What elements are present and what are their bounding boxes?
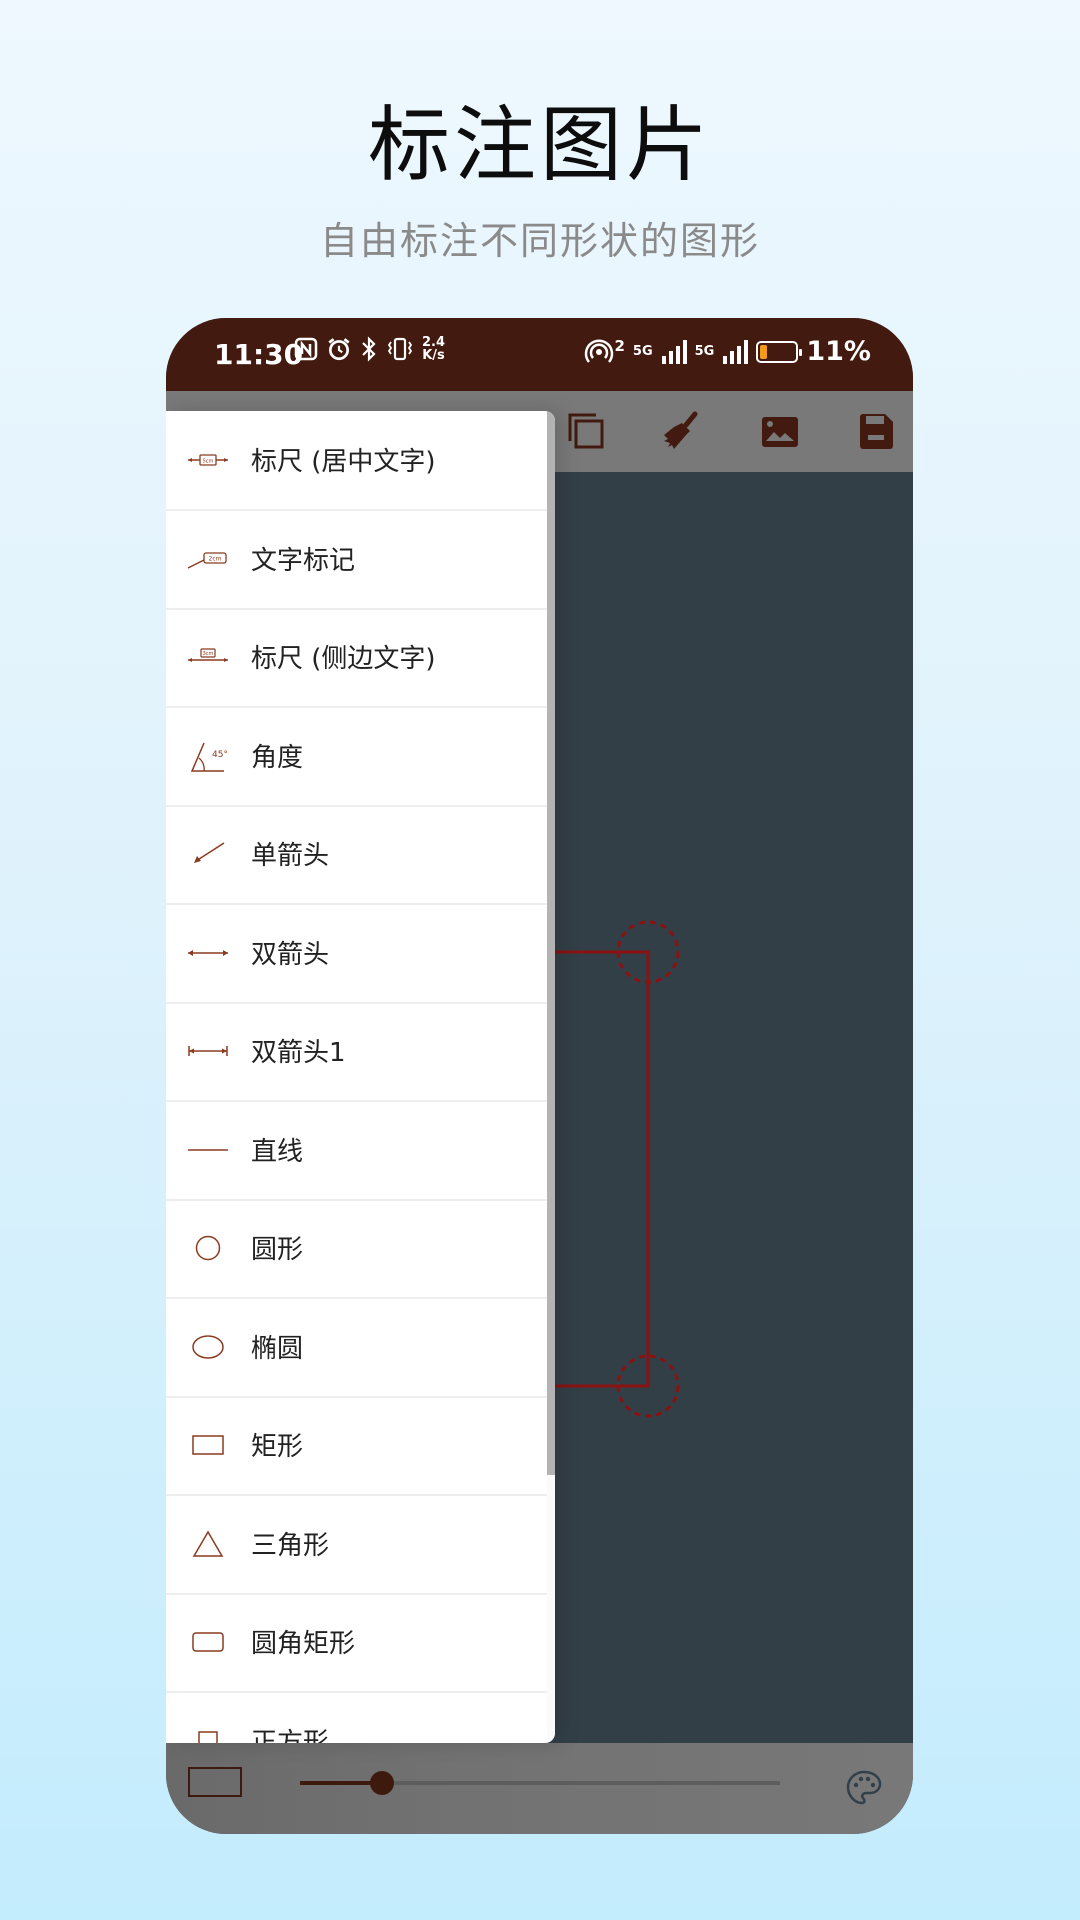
signal-sim1-icon <box>661 339 687 364</box>
menu-item-circle[interactable]: 圆形 <box>166 1199 547 1299</box>
net-speed: 2.4 K/s <box>422 335 446 363</box>
save-icon[interactable] <box>856 411 896 451</box>
menu-item-label: 矩形 <box>251 1432 304 1462</box>
bluetooth-icon <box>362 336 376 362</box>
menu-item-triangle[interactable]: 三角形 <box>166 1495 547 1595</box>
menu-item-label: 椭圆 <box>251 1333 304 1364</box>
menu-item-label: 单箭头 <box>251 841 330 871</box>
stroke-width-slider[interactable] <box>300 1771 780 1795</box>
menu-item-rectangle[interactable]: 矩形 <box>166 1396 547 1496</box>
copy-icon[interactable] <box>566 411 606 451</box>
menu-item-angle[interactable]: 45° 角度 <box>166 707 547 807</box>
square-icon <box>186 1726 230 1743</box>
menu-item-label: 双箭头1 <box>251 1038 346 1068</box>
svg-text:3cm: 3cm <box>203 651 214 657</box>
menu-item-rounded-rectangle[interactable]: 圆角矩形 <box>166 1593 547 1693</box>
battery-level <box>760 344 768 359</box>
single-arrow-icon <box>186 839 230 869</box>
triangle-icon <box>186 1529 230 1559</box>
status-bar: 11:30 2.4 K/s 2 5G 5G 11% <box>166 318 913 391</box>
battery-icon <box>756 340 803 363</box>
hotspot-icon <box>585 338 614 363</box>
text-marker-icon: 2cm <box>186 544 230 574</box>
ruler-side-text-icon: 3cm <box>186 642 230 672</box>
sim2-label: 5G <box>694 344 715 359</box>
clean-brush-icon[interactable] <box>660 411 700 451</box>
menu-item-label: 圆形 <box>251 1235 304 1265</box>
shape-menu: 5cm 标尺 (居中文字) 2cm 文字标记 3cm 标尺 (侧边文字) 45° 角度单箭头双… <box>166 411 555 1743</box>
menu-item-double-arrow-bar[interactable]: 双箭头1 <box>166 1002 547 1102</box>
menu-scrollbar[interactable] <box>547 411 555 1475</box>
alarm-icon <box>328 338 350 361</box>
svg-text:5cm: 5cm <box>203 459 214 465</box>
double-arrow-bar-icon <box>186 1036 230 1066</box>
menu-item-single-arrow[interactable]: 单箭头 <box>166 805 547 905</box>
line-icon <box>186 1135 230 1165</box>
svg-text:45°: 45° <box>212 750 228 760</box>
menu-item-ruler-center-text[interactable]: 5cm 标尺 (居中文字) <box>166 411 547 511</box>
ruler-center-text-icon: 5cm <box>186 445 230 475</box>
annotation-bracket[interactable] <box>546 950 650 1388</box>
status-time: 11:30 <box>214 338 304 371</box>
slider-thumb[interactable] <box>369 1771 394 1795</box>
menu-item-label: 三角形 <box>251 1530 330 1561</box>
angle-icon: 45° <box>186 741 230 772</box>
vibrate-icon <box>387 337 413 361</box>
menu-item-label: 标尺 (侧边文字) <box>251 644 436 674</box>
battery-percent: 11% <box>806 336 871 367</box>
menu-item-label: 直线 <box>251 1136 304 1167</box>
circle-icon <box>186 1233 230 1263</box>
hero-subtitle: 自由标注不同形状的图形 <box>319 219 760 263</box>
rectangle-icon <box>186 1430 230 1460</box>
sim1-label: 5G <box>632 344 653 359</box>
bottom-toolbar <box>166 1743 913 1834</box>
menu-item-label: 文字标记 <box>251 545 356 576</box>
current-shape-preview[interactable] <box>188 1767 242 1797</box>
nfc-icon <box>294 337 318 361</box>
hotspot-count: 2 <box>614 336 625 355</box>
menu-item-line[interactable]: 直线 <box>166 1101 547 1201</box>
menu-item-label: 角度 <box>251 742 304 773</box>
double-arrow-icon <box>186 938 230 968</box>
menu-item-label: 标尺 (居中文字) <box>251 447 436 477</box>
palette-icon[interactable] <box>845 1769 883 1807</box>
menu-item-text-marker[interactable]: 2cm 文字标记 <box>166 510 547 610</box>
svg-text:2cm: 2cm <box>209 555 222 562</box>
image-icon[interactable] <box>760 411 800 451</box>
menu-item-square[interactable]: 正方形 <box>166 1692 547 1744</box>
phone-frame: 11:30 2.4 K/s 2 5G 5G 11% 5cm 标尺 (居中文字) … <box>166 318 913 1834</box>
menu-item-double-arrow[interactable]: 双箭头 <box>166 904 547 1004</box>
rounded-rectangle-icon <box>186 1627 230 1657</box>
menu-item-ellipse[interactable]: 椭圆 <box>166 1298 547 1398</box>
hero-title: 标注图片 <box>367 98 712 193</box>
menu-item-label: 圆角矩形 <box>251 1629 356 1659</box>
ellipse-icon <box>186 1332 230 1362</box>
menu-item-label: 双箭头 <box>251 939 330 970</box>
menu-item-label: 正方形 <box>251 1727 330 1744</box>
menu-item-ruler-side-text[interactable]: 3cm 标尺 (侧边文字) <box>166 608 547 708</box>
signal-sim2-icon <box>723 339 749 364</box>
